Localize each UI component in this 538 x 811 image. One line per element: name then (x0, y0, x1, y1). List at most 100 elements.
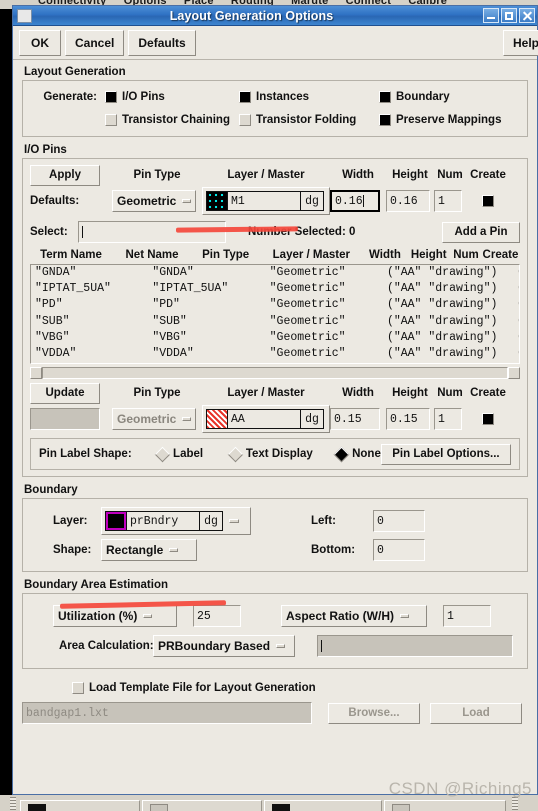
boundary-shape-cell: Rectangle (101, 539, 251, 561)
boundary-layer-picker[interactable]: prBndry dg (101, 507, 251, 535)
update-create-checkbox[interactable] (482, 413, 494, 425)
checkbox-transistor-chaining[interactable]: Transistor Chaining (105, 114, 239, 126)
boundary-left-input[interactable]: 0 (373, 510, 425, 532)
update-num-input[interactable]: 1 (434, 408, 462, 430)
update-pin-type-cell: Geometric (112, 408, 202, 430)
header-layer-master: Layer / Master (227, 169, 305, 181)
load-template-row[interactable]: Load Template File for Layout Generation (22, 676, 528, 700)
boundary-layer-dropdown-icon[interactable] (229, 519, 239, 523)
pin-list-hscrollbar[interactable] (30, 366, 520, 379)
defaults-height-input[interactable]: 0.16 (386, 190, 430, 212)
help-button[interactable]: Help (502, 29, 538, 56)
area-calculation-row: Area Calculation: PRBoundary Based (31, 631, 519, 661)
update-pin-type-dropdown[interactable]: Geometric (112, 408, 196, 430)
boundary-layer-row: Layer: prBndry dg Left: 0 (31, 506, 519, 536)
pin-row-5: "VDDA" "VDDA" "Geometric" ("AA" "drawing… (35, 347, 519, 361)
defaults-layer-name: M1 (227, 192, 301, 210)
area-calculation-label: Area Calculation: (59, 640, 154, 652)
col-height: Height (410, 249, 447, 261)
browse-button[interactable]: Browse... (328, 702, 420, 724)
defaults-width-cell: 0.16 (330, 190, 386, 212)
checkbox-preserve-mappings[interactable]: Preserve Mappings (379, 114, 501, 126)
update-header-layer-master: Layer / Master (227, 387, 305, 399)
list-item[interactable]: "SUB" "SUB" "Geometric" ("AA" "drawing")… (31, 314, 519, 330)
defaults-num-input[interactable]: 1 (434, 190, 462, 212)
preserve-mappings-label: Preserve Mappings (396, 114, 502, 126)
load-template-checkbox[interactable] (72, 682, 84, 694)
boundary-bottom-input[interactable]: 0 (373, 539, 425, 561)
radio-text-display-option[interactable]: Text Display (227, 446, 336, 462)
label-radio[interactable] (154, 446, 171, 462)
update-layer-control[interactable]: AA dg (206, 409, 324, 429)
text-display-radio[interactable] (227, 446, 244, 462)
cancel-button[interactable]: Cancel (65, 29, 125, 56)
pin-label-shape-frame: Pin Label Shape: Label Text Display None… (30, 438, 520, 470)
load-template-label: Load Template File for Layout Generation (89, 682, 316, 694)
hscroll-track[interactable] (42, 366, 508, 379)
preserve-mappings-checkbox[interactable] (379, 114, 391, 126)
list-item[interactable]: "VDDA" "VDDA" "Geometric" ("AA" "drawing… (31, 346, 519, 362)
io-pins-checkbox[interactable] (105, 91, 117, 103)
update-layer-picker[interactable]: AA dg (202, 405, 332, 433)
pin-label-shape-label: Pin Label Shape: (39, 448, 132, 460)
update-num-cell: 1 (434, 408, 466, 430)
boundary-layer-name: prBndry (126, 512, 200, 530)
add-a-pin-button[interactable]: Add a Pin (442, 221, 520, 243)
boundary-shape-dropdown[interactable]: Rectangle (101, 539, 197, 561)
col-create: Create (482, 249, 519, 261)
defaults-width-input[interactable]: 0.16 (330, 190, 380, 212)
checkbox-transistor-folding[interactable]: Transistor Folding (239, 114, 379, 126)
transistor-folding-checkbox[interactable] (239, 114, 251, 126)
checkbox-instances[interactable]: Instances (239, 91, 379, 103)
apply-button[interactable]: Apply (30, 164, 100, 186)
window-controls (483, 8, 535, 23)
chevron-down-icon (182, 417, 191, 421)
scroll-right-icon[interactable] (508, 366, 520, 379)
transistor-chaining-label: Transistor Chaining (122, 114, 230, 126)
pin-list[interactable]: "GNDA" "GNDA" "Geometric" ("AA" "drawing… (30, 264, 520, 364)
defaults-pin-type-dropdown[interactable]: Geometric (112, 190, 196, 212)
toolbar-grip-1[interactable] (10, 797, 16, 810)
update-height-input[interactable]: 0.15 (386, 408, 430, 430)
defaults-num-cell: 1 (434, 190, 466, 212)
chevron-down-icon (276, 644, 286, 648)
transistor-chaining-checkbox[interactable] (105, 114, 117, 126)
update-button[interactable]: Update (30, 382, 100, 404)
list-item[interactable]: "IPTAT_5UA" "IPTAT_5UA" "Geometric" ("AA… (31, 281, 519, 297)
col-num: Num (453, 249, 479, 261)
defaults-create-checkbox[interactable] (482, 195, 494, 207)
checkbox-boundary[interactable]: Boundary (379, 91, 450, 103)
none-radio[interactable] (333, 446, 350, 462)
checkbox-io-pins[interactable]: I/O Pins (105, 91, 239, 103)
generate-label: Generate: (43, 91, 97, 103)
scroll-left-icon[interactable] (30, 366, 42, 379)
template-file-input[interactable]: bandgap1.lxt (22, 702, 312, 724)
instances-checkbox[interactable] (239, 91, 251, 103)
list-item[interactable]: "VBG" "VBG" "Geometric" ("AA" "drawing")… (31, 330, 519, 346)
utilization-input[interactable]: 25 (193, 605, 241, 627)
load-button[interactable]: Load (430, 702, 522, 724)
defaults-button[interactable]: Defaults (128, 29, 196, 56)
radio-none-option[interactable]: None (333, 446, 381, 462)
boundary-checkbox[interactable] (379, 91, 391, 103)
area-calculation-dropdown[interactable]: PRBoundary Based (153, 635, 295, 657)
defaults-layer-picker[interactable]: M1 dg (202, 187, 332, 215)
defaults-layer-control[interactable]: M1 dg (206, 191, 324, 211)
aspect-ratio-dropdown[interactable]: Aspect Ratio (W/H) (281, 605, 427, 627)
close-button[interactable] (519, 8, 535, 23)
update-width-input[interactable]: 0.15 (330, 408, 380, 430)
template-file-row: bandgap1.lxt Browse... Load (22, 700, 528, 726)
list-item[interactable]: "PD" "PD" "Geometric" ("AA" "drawing") 0… (31, 297, 519, 313)
aspect-ratio-input[interactable]: 1 (443, 605, 491, 627)
pin-label-options-button[interactable]: Pin Label Options... (380, 443, 511, 465)
boundary-title: Boundary (24, 484, 78, 496)
radio-label-option[interactable]: Label (154, 446, 230, 462)
dialog-titlebar[interactable]: Layout Generation Options (13, 6, 537, 26)
layout-generation-title: Layout Generation (24, 66, 126, 78)
update-layer-purpose: dg (305, 412, 319, 426)
list-item[interactable]: "GNDA" "GNDA" "Geometric" ("AA" "drawing… (31, 265, 519, 281)
boundary-layer-control[interactable]: prBndry dg (105, 511, 223, 531)
ok-button[interactable]: OK (19, 29, 61, 56)
minimize-button[interactable] (483, 8, 499, 23)
maximize-button[interactable] (501, 8, 517, 23)
